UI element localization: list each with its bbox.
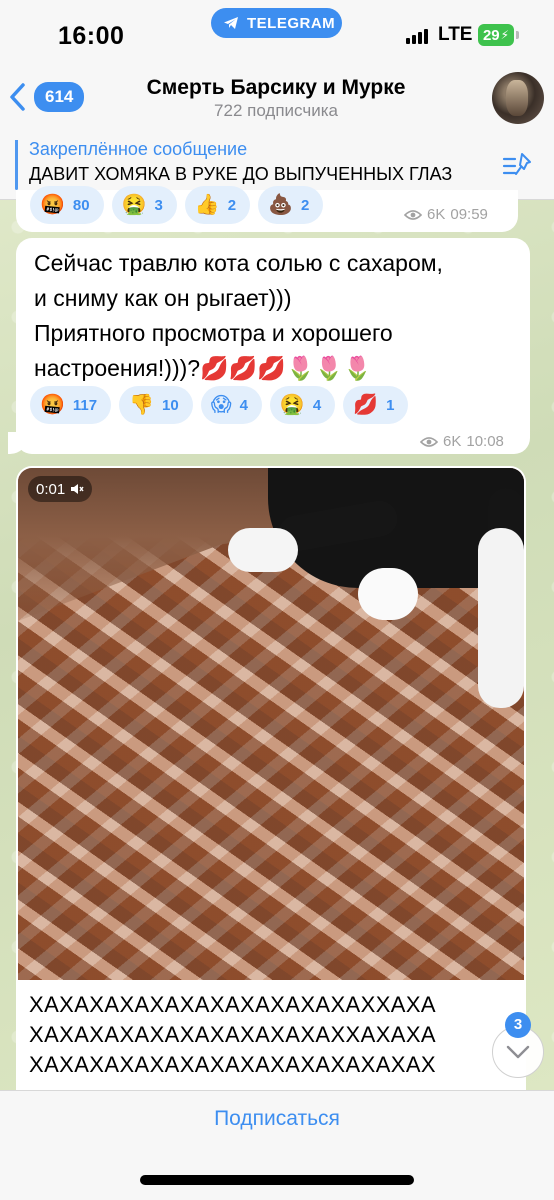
reaction-emoji: 💩 xyxy=(268,194,293,216)
message-meta: 6K 10:08 xyxy=(420,433,504,450)
muted-speaker-icon xyxy=(71,484,84,494)
eye-icon xyxy=(404,209,422,220)
message-line: и сниму как он рыгает))) xyxy=(34,285,292,311)
telegram-pill-label: TELEGRAM xyxy=(247,14,336,32)
message-time: 09:59 xyxy=(450,206,488,223)
message-time: 10:08 xyxy=(466,433,504,450)
message-text: ХАХАХАХАХАХАХАХАХАХАХАХХАХА ХАХАХАХАХАХА… xyxy=(29,990,509,1080)
reaction-chip[interactable]: 😱 4 xyxy=(200,386,262,424)
reaction-count: 10 xyxy=(162,396,179,414)
chevron-down-icon xyxy=(506,1045,530,1059)
reaction-chip[interactable]: 🤮 3 xyxy=(111,186,177,224)
reaction-chip[interactable]: 🤬 80 xyxy=(30,186,104,224)
message-meta: 6K 09:59 xyxy=(404,206,488,223)
reaction-chip[interactable]: 💋 1 xyxy=(343,386,409,424)
back-button[interactable]: 614 xyxy=(8,82,85,112)
view-count: 6K xyxy=(443,433,462,450)
message-text: Сейчас травлю кота солью с сахаром, и сн… xyxy=(34,246,514,386)
pinned-title: Закреплённое сообщение xyxy=(29,139,248,159)
video-preview[interactable] xyxy=(18,468,524,980)
telegram-return-pill[interactable]: TELEGRAM xyxy=(211,8,342,38)
reaction-count: 4 xyxy=(239,396,248,414)
view-count: 6K xyxy=(427,206,446,223)
message-line: ХАХАХАХАХАХАХАХАХАХАХХАХАХА xyxy=(29,1022,436,1047)
eye-icon xyxy=(420,436,438,447)
reactions-row: 🤬 80 🤮 3 👍 2 💩 2 xyxy=(30,186,324,224)
chat-title[interactable]: Смерть Барсику и Мурке xyxy=(90,76,462,100)
paper-plane-icon xyxy=(224,17,238,29)
message-line: ХАХАХАХАХАХАХАХАХАХАХАХХАХА xyxy=(29,992,436,1017)
message-line: Сейчас травлю кота солью с сахаром, xyxy=(34,250,443,276)
pinned-list-icon[interactable] xyxy=(502,150,534,182)
home-indicator xyxy=(140,1175,414,1185)
reaction-emoji: 💋 xyxy=(353,394,379,416)
reaction-emoji: 🤬 xyxy=(40,194,65,216)
chevron-left-icon xyxy=(10,83,25,111)
status-bar: 16:00 TELEGRAM LTE 29 ⚡ xyxy=(0,0,554,70)
reaction-emoji: 👎 xyxy=(129,394,155,416)
reaction-emoji: 🤮 xyxy=(279,394,305,416)
reaction-chip[interactable]: 🤬 117 xyxy=(30,386,112,424)
subscribe-button[interactable]: Подписаться xyxy=(0,1107,554,1131)
reaction-count: 117 xyxy=(72,396,98,414)
top-header: 16:00 TELEGRAM LTE 29 ⚡ 614 Смерть Барси… xyxy=(0,0,554,200)
reaction-chip[interactable]: 👎 10 xyxy=(119,386,193,424)
cat-paw xyxy=(358,568,418,620)
battery-indicator: 29 ⚡ xyxy=(478,24,514,46)
reaction-count: 2 xyxy=(227,196,237,214)
message-line: ХАХАХАХАХАХАХАХАХАХАХАХАХАХ xyxy=(29,1052,436,1077)
battery-tip xyxy=(516,31,519,39)
unread-count-badge: 614 xyxy=(34,82,85,112)
video-duration-badge[interactable]: 0:01 xyxy=(28,476,93,502)
reaction-count: 80 xyxy=(72,196,90,214)
reactions-row: 🤬 117 👎 10 😱 4 🤮 4 💋 1 xyxy=(30,386,409,424)
reaction-emoji: 👍 xyxy=(194,194,220,216)
reaction-chip[interactable]: 🤮 4 xyxy=(269,386,336,424)
reaction-count: 2 xyxy=(301,196,310,214)
network-type: LTE xyxy=(438,24,473,45)
reaction-emoji: 🤮 xyxy=(121,194,147,216)
status-time: 16:00 xyxy=(58,22,125,50)
message-line: Приятного просмотра и хорошего xyxy=(34,320,393,346)
battery-level: 29 xyxy=(482,26,500,44)
video-duration: 0:01 xyxy=(36,480,66,498)
reaction-chip[interactable]: 💩 2 xyxy=(258,186,324,224)
cat-paw xyxy=(228,528,298,572)
charging-bolt-icon: ⚡ xyxy=(500,28,510,42)
reaction-count: 1 xyxy=(386,396,395,414)
pinned-text: ДАВИТ ХОМЯКА В РУКЕ ДО ВЫПУЧЕННЫХ ГЛАЗ xyxy=(29,164,453,184)
reaction-emoji: 🤬 xyxy=(40,394,65,416)
reaction-chip[interactable]: 👍 2 xyxy=(184,186,251,224)
message-line: настроения!)))?💋💋💋🌷🌷🌷 xyxy=(34,355,372,381)
subscriber-count: 722 подписчика xyxy=(214,101,338,120)
pinned-indicator xyxy=(15,140,18,190)
bottom-bar: Подписаться xyxy=(0,1090,554,1200)
reaction-count: 4 xyxy=(312,396,322,414)
cat-paw xyxy=(478,528,524,708)
unread-mentions-badge: 3 xyxy=(505,1012,531,1038)
channel-avatar[interactable] xyxy=(492,72,544,124)
reaction-emoji: 😱 xyxy=(210,394,232,416)
reaction-count: 3 xyxy=(154,196,163,214)
cellular-signal-icon xyxy=(406,28,428,44)
